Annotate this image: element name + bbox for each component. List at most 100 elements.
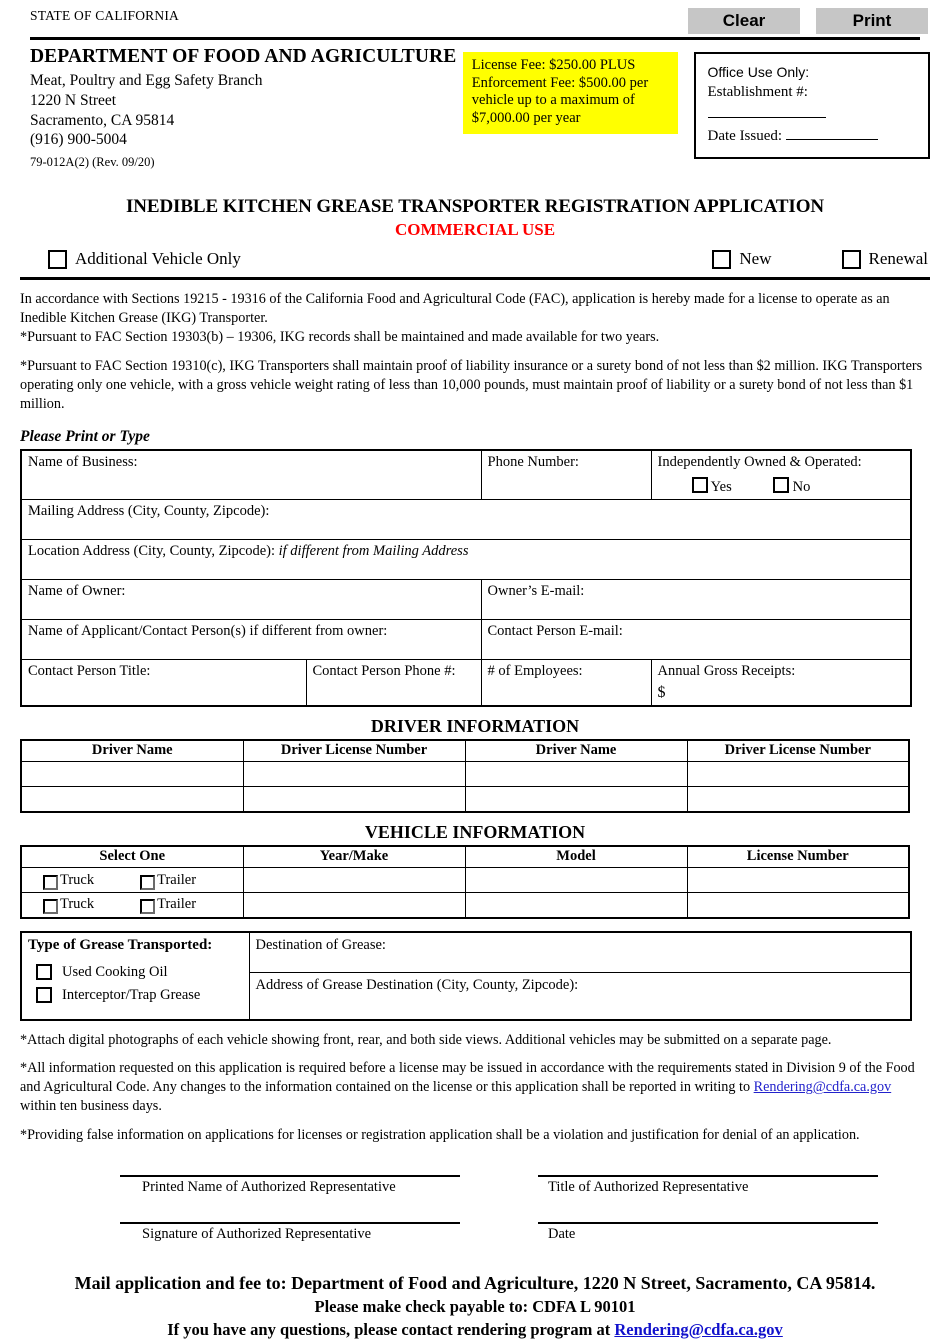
additional-vehicle-option[interactable]: Additional Vehicle Only [48, 249, 241, 269]
used-cooking-oil-checkbox[interactable] [36, 964, 52, 981]
print-button[interactable]: Print [816, 8, 928, 34]
contact-phone-cell[interactable]: Contact Person Phone #: [305, 658, 482, 707]
mailing-address-cell[interactable]: Mailing Address (City, County, Zipcode): [20, 498, 912, 540]
vehicle-type-options: Truck Trailer [23, 896, 242, 915]
vehicle-type-options: Truck Trailer [23, 872, 242, 890]
location-address-label: Location Address (City, County, Zipcode)… [28, 542, 275, 559]
date-issued-blank[interactable] [785, 138, 878, 140]
driver-cell[interactable] [686, 786, 910, 813]
gross-receipts-cell[interactable]: Annual Gross Receipts: $ [650, 658, 912, 707]
page-title: INEDIBLE KITCHEN GREASE TRANSPORTER REGI… [125, 196, 825, 218]
table-row: Type of Grease Transported: Used Cooking… [20, 931, 912, 1021]
interceptor-trap-grease-checkbox[interactable] [36, 987, 52, 1004]
renewal-option[interactable]: Renewal [841, 249, 928, 269]
employees-cell[interactable]: # of Employees: [480, 658, 652, 707]
truck-label: Truck [60, 896, 95, 913]
establishment-number-field[interactable]: Establishment #: [707, 82, 919, 126]
independently-owned-options: Yes No [658, 475, 906, 496]
independently-owned-no-label: No [792, 478, 811, 495]
independently-owned-cell: Independently Owned & Operated: Yes No [650, 449, 912, 500]
applicant-name-label: Name of Applicant/Contact Person(s) if d… [28, 622, 388, 639]
grease-information-table: Type of Grease Transported: Used Cooking… [20, 930, 912, 1021]
independently-owned-label: Independently Owned & Operated: [657, 453, 862, 470]
truck-checkbox[interactable] [43, 899, 58, 915]
vehicle-year-make-cell[interactable] [242, 892, 466, 919]
rendering-email-link[interactable]: Rendering@cdfa.ca.gov [754, 1079, 892, 1095]
driver-cell[interactable] [242, 761, 466, 788]
vehicle-select-cell: Truck Trailer [20, 892, 244, 919]
note-information-required-text-after: within ten business days. [20, 1098, 162, 1115]
vehicle-col-year-make: Year/Make [242, 845, 466, 869]
applicant-name-cell[interactable]: Name of Applicant/Contact Person(s) if d… [20, 618, 482, 660]
header-divider [30, 37, 920, 40]
note-attach-photographs: *Attach digital photographs of each vehi… [20, 1031, 832, 1048]
additional-vehicle-label: Additional Vehicle Only [75, 249, 241, 269]
renewal-checkbox[interactable] [841, 249, 861, 269]
table-header-row: Driver Name Driver License Number Driver… [20, 739, 910, 763]
vehicle-col-model: Model [464, 845, 688, 869]
business-information-table: Name of Business: Phone Number: Independ… [20, 448, 913, 707]
new-option[interactable]: New [712, 249, 772, 269]
note-false-information: *Providing false information on applicat… [20, 1127, 860, 1144]
driver-cell[interactable] [20, 761, 244, 788]
trailer-checkbox[interactable] [140, 899, 156, 915]
owner-email-cell[interactable]: Owner’s E-mail: [480, 578, 912, 620]
form-number: 79-012A(2) (Rev. 09/20) [30, 155, 155, 170]
independently-owned-yes-checkbox[interactable] [691, 476, 708, 493]
new-checkbox[interactable] [712, 249, 732, 269]
table-row: Name of Owner: Owner’s E-mail: [20, 578, 912, 620]
location-address-cell[interactable]: Location Address (City, County, Zipcode)… [20, 538, 912, 580]
establishment-number-blank[interactable] [707, 117, 826, 119]
office-use-title: Office Use Only: [707, 64, 810, 80]
used-cooking-oil-option[interactable]: Used Cooking Oil [28, 964, 243, 981]
table-row: Mailing Address (City, County, Zipcode): [20, 498, 912, 540]
truck-checkbox[interactable] [43, 874, 58, 890]
driver-information-table: Driver Name Driver License Number Driver… [20, 738, 910, 813]
destination-address-cell[interactable]: Address of Grease Destination (City, Cou… [248, 972, 912, 1021]
vehicle-information-table: Select One Year/Make Model License Numbe… [20, 844, 910, 919]
signature-block: Printed Name of Authorized Representativ… [20, 1174, 930, 1243]
clear-button[interactable]: Clear [688, 8, 800, 34]
application-type-row: Additional Vehicle Only New Renewal [20, 249, 930, 269]
vehicle-model-cell[interactable] [464, 867, 688, 894]
used-cooking-oil-label: Used Cooking Oil [62, 963, 168, 980]
top-bar: STATE OF CALIFORNIA Clear Print [20, 0, 930, 34]
grease-type-cell: Type of Grease Transported: Used Cooking… [20, 931, 250, 1021]
signature-label: Signature of Authorized Representative [142, 1225, 372, 1242]
driver-cell[interactable] [20, 786, 244, 813]
driver-section-title: DRIVER INFORMATION [370, 715, 580, 736]
contact-email-cell[interactable]: Contact Person E-mail: [480, 618, 912, 660]
date-issued-field[interactable]: Date Issued: [708, 126, 919, 148]
driver-cell[interactable] [464, 786, 688, 813]
trailer-checkbox[interactable] [140, 874, 156, 890]
agency-info: DEPARTMENT OF FOOD AND AGRICULTURE Meat,… [30, 46, 463, 170]
signature-right-column: Title of Authorized Representative Date [538, 1174, 908, 1243]
name-of-owner-cell[interactable]: Name of Owner: [20, 578, 482, 620]
phone-number-cell[interactable]: Phone Number: [480, 449, 652, 500]
truck-option[interactable]: Truck [41, 896, 95, 915]
table-row: Truck Trailer [20, 867, 910, 894]
note-information-required: *All information requested on this appli… [20, 1059, 930, 1116]
truck-option[interactable]: Truck [41, 872, 94, 890]
header-block: DEPARTMENT OF FOOD AND AGRICULTURE Meat,… [20, 46, 930, 170]
vehicle-license-cell[interactable] [686, 867, 910, 894]
additional-vehicle-checkbox[interactable] [48, 249, 67, 269]
driver-cell[interactable] [464, 761, 688, 788]
driver-col-name-1: Driver Name [20, 739, 244, 763]
footer-questions: If you have any questions, please contac… [20, 1320, 930, 1340]
name-of-business-cell[interactable]: Name of Business: [20, 449, 482, 500]
vehicle-license-cell[interactable] [686, 892, 910, 919]
independently-owned-no-checkbox[interactable] [772, 476, 789, 493]
trailer-option[interactable]: Trailer [138, 896, 196, 915]
vehicle-model-cell[interactable] [464, 892, 688, 919]
trailer-option[interactable]: Trailer [138, 872, 196, 890]
driver-cell[interactable] [686, 761, 910, 788]
footer-rendering-email-link[interactable]: Rendering@cdfa.ca.gov [614, 1320, 782, 1339]
vehicle-year-make-cell[interactable] [242, 867, 466, 894]
destination-of-grease-cell[interactable]: Destination of Grease: [248, 931, 912, 974]
driver-cell[interactable] [242, 786, 466, 813]
interceptor-trap-grease-option[interactable]: Interceptor/Trap Grease [28, 987, 243, 1004]
contact-title-cell[interactable]: Contact Person Title: [20, 658, 307, 707]
branch-name: Meat, Poultry and Egg Safety Branch [30, 72, 263, 89]
